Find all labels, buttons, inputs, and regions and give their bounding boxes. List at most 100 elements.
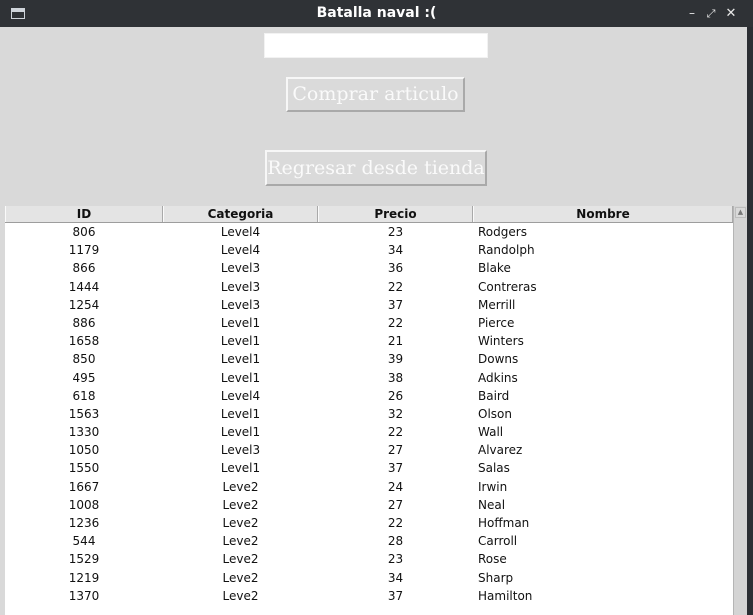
cell-nombre: Alvarez xyxy=(478,443,523,458)
cell-categoria: Level1 xyxy=(220,334,261,349)
cell-categoria: Leve2 xyxy=(222,534,259,549)
cell-id: 806 xyxy=(72,225,96,239)
table-row[interactable]: 806 Level4 23 Rodgers xyxy=(5,223,733,241)
cell-id: 1370 xyxy=(68,588,100,603)
table-row[interactable]: 886 Level1 22 Pierce xyxy=(5,314,733,332)
desktop-edge xyxy=(747,27,753,615)
cell-id: 1008 xyxy=(68,497,100,512)
cell-nombre: Blake xyxy=(478,261,511,276)
cell-categoria: Level3 xyxy=(220,443,261,458)
cell-categoria: Level1 xyxy=(220,352,261,367)
cell-categoria: Leve2 xyxy=(222,588,259,603)
cell-nombre: Rose xyxy=(478,552,507,567)
close-icon[interactable]: ✕ xyxy=(724,0,738,27)
column-header-precio[interactable]: Precio xyxy=(318,206,473,222)
cell-precio: 32 xyxy=(387,406,404,421)
cell-categoria: Leve2 xyxy=(222,570,259,585)
cell-id: 1179 xyxy=(68,243,100,258)
table-row[interactable]: 1658 Level1 21 Winters xyxy=(5,332,733,350)
cell-nombre: Randolph xyxy=(478,243,535,258)
column-header-categoria[interactable]: Categoria xyxy=(163,206,318,222)
cell-categoria: Level1 xyxy=(220,406,261,421)
cell-nombre: Merrill xyxy=(478,297,516,312)
cell-id: 495 xyxy=(72,370,96,385)
table-row[interactable]: 1667 Leve2 24 Irwin xyxy=(5,478,733,496)
cell-nombre: Irwin xyxy=(478,479,508,494)
title-bar[interactable]: Batalla naval :( – ⤢ ✕ xyxy=(0,0,753,27)
table-row[interactable]: 1529 Leve2 23 Rose xyxy=(5,550,733,568)
table-row[interactable]: 1370 Leve2 37 Hamilton xyxy=(5,587,733,605)
table-row[interactable]: 1179 Level4 34 Randolph xyxy=(5,241,733,259)
table-row[interactable]: 1219 Leve2 34 Sharp xyxy=(5,569,733,587)
cell-nombre: Hoffman xyxy=(478,516,530,530)
cell-id: 1563 xyxy=(68,406,100,421)
maximize-icon[interactable]: ⤢ xyxy=(704,0,718,27)
cell-nombre: Adkins xyxy=(478,370,518,385)
cell-precio: 38 xyxy=(387,370,404,385)
cell-precio: 27 xyxy=(387,443,404,458)
scroll-up-icon[interactable]: ▲ xyxy=(735,207,746,218)
table-body: 806 Level4 23 Rodgers 1179 Level4 34 Randolph 86… xyxy=(5,223,733,605)
table-row[interactable]: 1050 Level3 27 Alvarez xyxy=(5,441,733,459)
window-title: Batalla naval :( xyxy=(316,5,437,21)
cell-categoria: Leve2 xyxy=(222,552,259,567)
cell-precio: 28 xyxy=(387,534,404,549)
cell-id: 1550 xyxy=(68,461,100,476)
cell-id: 544 xyxy=(72,534,96,549)
cell-id: 1667 xyxy=(68,479,100,494)
cell-id: 1236 xyxy=(68,516,100,530)
cell-nombre: Neal xyxy=(478,497,506,512)
cell-categoria: Leve2 xyxy=(222,516,259,530)
cell-nombre: Pierce xyxy=(478,315,515,330)
table-row[interactable]: 1008 Leve2 27 Neal xyxy=(5,496,733,514)
cell-nombre: Baird xyxy=(478,388,510,403)
cell-precio: 34 xyxy=(387,570,404,585)
cell-precio: 34 xyxy=(387,243,404,258)
cell-categoria: Level3 xyxy=(220,261,261,276)
table-row[interactable]: 1330 Level1 22 Wall xyxy=(5,423,733,441)
column-header-id[interactable]: ID xyxy=(5,206,163,222)
cell-categoria: Level1 xyxy=(220,370,261,385)
buy-item-button[interactable]: Comprar articulo xyxy=(286,77,465,112)
cell-precio: 24 xyxy=(387,479,404,494)
cell-precio: 39 xyxy=(387,352,404,367)
table-row[interactable]: 495 Level1 38 Adkins xyxy=(5,369,733,387)
cell-nombre: Wall xyxy=(478,425,504,440)
cell-id: 1050 xyxy=(68,443,100,458)
cell-categoria: Level1 xyxy=(220,315,261,330)
table-row[interactable]: 618 Level4 26 Baird xyxy=(5,387,733,405)
app-window: Batalla naval :( – ⤢ ✕ Comprar articulo … xyxy=(0,0,753,615)
cell-categoria: Level1 xyxy=(220,461,261,476)
vertical-scrollbar[interactable]: ▲ xyxy=(733,206,747,615)
table-row[interactable]: 1254 Level3 37 Merrill xyxy=(5,296,733,314)
cell-id: 1330 xyxy=(68,425,100,440)
items-table: ID Categoria Precio Nombre 806 Level4 23 Ro… xyxy=(5,206,733,615)
cell-nombre: Carroll xyxy=(478,534,518,549)
back-from-store-button[interactable]: Regresar desde tienda xyxy=(265,150,487,186)
cell-precio: 36 xyxy=(387,261,404,276)
table-row[interactable]: 1444 Level3 22 Contreras xyxy=(5,278,733,296)
cell-id: 866 xyxy=(72,261,96,276)
item-input[interactable] xyxy=(264,33,488,58)
cell-precio: 21 xyxy=(387,334,404,349)
cell-precio: 27 xyxy=(387,497,404,512)
table-row[interactable]: 544 Leve2 28 Carroll xyxy=(5,532,733,550)
cell-id: 618 xyxy=(72,388,96,403)
column-header-nombre[interactable]: Nombre xyxy=(473,206,733,222)
cell-precio: 37 xyxy=(387,297,404,312)
cell-categoria: Leve2 xyxy=(222,497,259,512)
table-row[interactable]: 866 Level3 36 Blake xyxy=(5,259,733,277)
cell-precio: 22 xyxy=(387,425,404,440)
cell-precio: 37 xyxy=(387,588,404,603)
table-row[interactable]: 1563 Level1 32 Olson xyxy=(5,405,733,423)
cell-precio: 22 xyxy=(387,516,404,530)
cell-precio: 22 xyxy=(387,315,404,330)
table-row[interactable]: 850 Level1 39 Downs xyxy=(5,350,733,368)
minimize-icon[interactable]: – xyxy=(685,0,699,27)
table-row[interactable]: 1236 Leve2 22 Hoffman xyxy=(5,514,733,532)
cell-precio: 23 xyxy=(387,552,404,567)
cell-nombre: Sharp xyxy=(478,570,514,585)
cell-precio: 23 xyxy=(387,225,404,239)
table-row[interactable]: 1550 Level1 37 Salas xyxy=(5,459,733,477)
cell-id: 1444 xyxy=(68,279,100,294)
